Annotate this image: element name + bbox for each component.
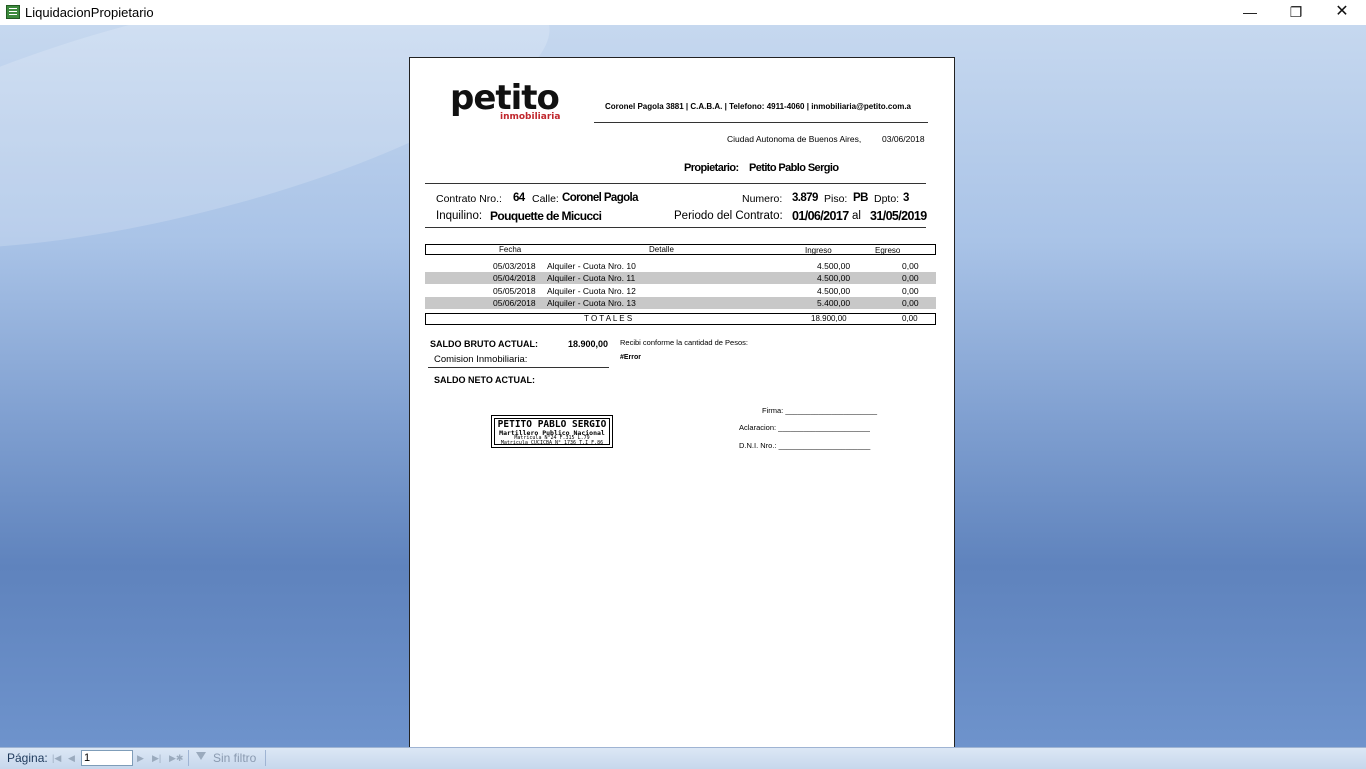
table-row: 05/05/2018 Alquiler - Cuota Nro. 12 4.50…	[425, 285, 936, 297]
saldo-bruto-label: SALDO BRUTO ACTUAL:	[430, 339, 538, 349]
row-ingreso: 5.400,00	[817, 298, 851, 308]
row-detalle: Alquiler - Cuota Nro. 12	[547, 286, 636, 296]
maximize-button[interactable]: ❐	[1273, 0, 1319, 25]
totals-row: T O T A L E S 18.900,00 0,00	[425, 313, 936, 325]
col-fecha: Fecha	[499, 245, 522, 254]
contract-nro-label: Contrato Nro.:	[436, 193, 502, 205]
report-page: petito inmobiliaria Coronel Pagola 3881 …	[409, 57, 955, 747]
minimize-button[interactable]: —	[1227, 0, 1273, 25]
numero-value: 3.879	[792, 192, 818, 204]
first-page-icon[interactable]: |◀	[52, 753, 61, 764]
title-bar: LiquidacionPropietario — ❐ ✕	[0, 0, 1366, 25]
table-row: 05/06/2018 Alquiler - Cuota Nro. 13 5.40…	[425, 297, 936, 309]
firma-line: Firma: ______________________	[762, 406, 878, 415]
petito-logo-sub: inmobiliaria	[500, 112, 561, 122]
col-detalle: Detalle	[649, 245, 674, 254]
periodo-desde: 01/06/2017	[792, 209, 849, 223]
piso-value: PB	[853, 192, 868, 204]
totals-ingreso: 18.900,00	[811, 314, 847, 323]
row-egreso: 0,00	[902, 286, 919, 296]
filter-status[interactable]: Sin filtro	[213, 751, 256, 765]
row-detalle: Alquiler - Cuota Nro. 11	[547, 273, 636, 283]
recibi-value: #Error	[620, 354, 642, 361]
contract-divider	[425, 227, 926, 228]
col-egreso: Egreso	[875, 246, 901, 255]
aclaracion-line: Aclaracion: ______________________	[739, 423, 870, 432]
close-button[interactable]: ✕	[1319, 0, 1365, 25]
col-ingreso: Ingreso	[805, 246, 832, 255]
page-number-input[interactable]	[81, 750, 133, 766]
saldo-divider	[428, 367, 609, 368]
next-page-icon[interactable]: ▶	[137, 753, 144, 764]
periodo-hasta: 31/05/2019	[870, 209, 927, 223]
row-ingreso: 4.500,00	[817, 286, 851, 296]
statusbar-separator	[265, 750, 266, 766]
row-egreso: 0,00	[902, 261, 919, 271]
totals-label: T O T A L E S	[584, 314, 633, 323]
report-date: 03/06/2018	[882, 134, 925, 144]
last-page-icon[interactable]: ▶|	[152, 753, 161, 764]
new-record-icon[interactable]: ▶✱	[169, 753, 183, 764]
periodo-al: al	[852, 210, 861, 222]
owner-divider	[425, 183, 926, 184]
totals-egreso: 0,00	[902, 314, 918, 323]
comision-label: Comision Inmobiliaria:	[434, 354, 528, 365]
row-detalle: Alquiler - Cuota Nro. 10	[547, 261, 636, 271]
professional-stamp: PETITO PABLO SERGIO Martillero Publico N…	[491, 415, 613, 448]
table-header: Fecha Detalle Ingreso Egreso	[425, 244, 936, 255]
stamp-matricula-2: Matricula CUCICBA N° 1736 T.I F.86	[500, 440, 604, 446]
row-detalle: Alquiler - Cuota Nro. 13	[547, 298, 636, 308]
saldo-bruto-value: 18.900,00	[568, 339, 609, 349]
piso-label: Piso:	[824, 193, 848, 205]
stamp-border: PETITO PABLO SERGIO Martillero Publico N…	[494, 418, 610, 446]
recibi-label: Recibi conforme la cantidad de Pesos:	[620, 338, 748, 347]
row-ingreso: 4.500,00	[817, 261, 851, 271]
inquilino-value: Pouquette de Micucci	[490, 209, 602, 223]
calle-value: Coronel Pagola	[562, 192, 639, 204]
row-fecha: 05/03/2018	[493, 261, 536, 271]
statusbar-separator	[188, 750, 189, 766]
contract-nro: 64	[513, 192, 525, 204]
report-workspace[interactable]: petito inmobiliaria Coronel Pagola 3881 …	[0, 25, 1366, 747]
report-app-icon	[6, 5, 20, 19]
record-navigation-bar: Página: |◀ ◀ ▶ ▶| ▶✱ Sin filtro	[0, 747, 1366, 769]
row-fecha: 05/06/2018	[493, 298, 536, 308]
owner-name: Petito Pablo Sergio	[749, 162, 839, 174]
row-egreso: 0,00	[902, 273, 919, 283]
row-fecha: 05/05/2018	[493, 286, 536, 296]
table-row: 05/03/2018 Alquiler - Cuota Nro. 10 4.50…	[425, 260, 936, 272]
row-fecha: 05/04/2018	[493, 273, 536, 283]
filter-icon[interactable]	[196, 752, 206, 760]
owner-label: Propietario:	[684, 162, 739, 174]
header-contact: Coronel Pagola 3881 | C.A.B.A. | Telefon…	[605, 102, 912, 111]
dni-line: D.N.I. Nro.: ______________________	[739, 441, 871, 450]
pagina-label: Página:	[7, 751, 48, 765]
prev-page-icon[interactable]: ◀	[68, 753, 75, 764]
row-egreso: 0,00	[902, 298, 919, 308]
inquilino-label: Inquilino:	[436, 210, 483, 222]
numero-label: Numero:	[742, 193, 783, 205]
periodo-label: Periodo del Contrato:	[674, 210, 783, 222]
place-label: Ciudad Autonoma de Buenos Aires,	[727, 134, 862, 144]
calle-label: Calle:	[532, 193, 559, 205]
row-ingreso: 4.500,00	[817, 273, 851, 283]
saldo-neto-label: SALDO NETO ACTUAL:	[434, 375, 535, 385]
dpto-label: Dpto:	[874, 193, 900, 205]
table-row: 05/04/2018 Alquiler - Cuota Nro. 11 4.50…	[425, 272, 936, 284]
dpto-value: 3	[903, 192, 909, 204]
window-title: LiquidacionPropietario	[25, 5, 154, 20]
header-divider	[594, 122, 928, 123]
